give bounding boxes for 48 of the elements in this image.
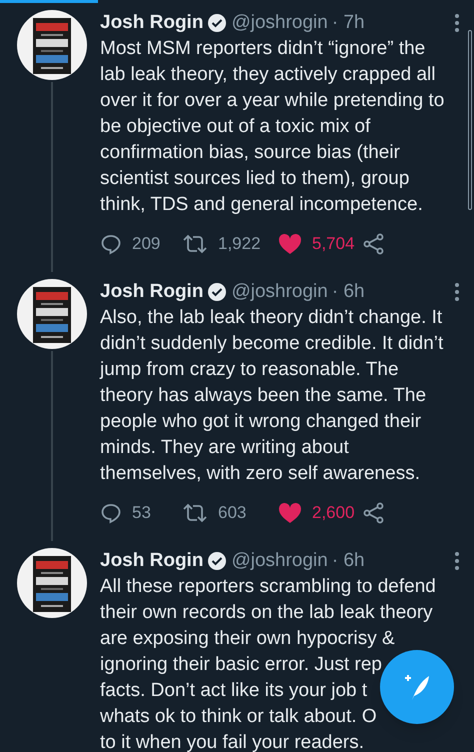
more-options-icon[interactable]	[454, 551, 460, 571]
more-options-icon[interactable]	[454, 282, 460, 302]
tweet-text: themselves, with zero self awareness.	[100, 462, 420, 486]
tweet-text: facts. Don’t act like its your job t	[100, 679, 368, 703]
tweet-text: their own records on the lab leak theory	[100, 601, 433, 625]
tweet-text: are exposing their own hypocrisy &	[100, 627, 395, 651]
tweet-text: think, TDS and general incompetence.	[100, 193, 423, 217]
tweet-text: confirmation bias, source bias (their	[100, 141, 400, 165]
tweet-text: people who got it wrong changed their	[100, 410, 422, 434]
like-count: 2,600	[312, 502, 355, 524]
reply-count: 53	[132, 502, 151, 524]
tweet-text: didn’t suddenly become credible. It didn’t	[100, 332, 444, 356]
tweet-text: ignoring their basic error. Just rep	[100, 653, 382, 677]
author-handle[interactable]: @joshrogin	[231, 8, 328, 38]
tweet-text: lab leak theory, they actively crapped all	[100, 63, 436, 87]
author-name[interactable]: Josh Rogin	[100, 8, 204, 38]
retweet-icon[interactable]	[182, 233, 208, 255]
reply-icon[interactable]	[100, 233, 122, 255]
tweet-text: over it for over a year while pretending to	[100, 89, 444, 113]
tweet-text: minds. They are writing about	[100, 436, 349, 460]
reply-count: 209	[132, 233, 160, 256]
author-name[interactable]: Josh Rogin	[100, 546, 204, 576]
heart-icon[interactable]	[278, 502, 302, 524]
retweet-count: 1,922	[218, 233, 261, 256]
tweet-time: · 7h	[332, 10, 365, 35]
author-name[interactable]: Josh Rogin	[100, 278, 204, 306]
tweet-text: to it when you fail your readers.	[100, 731, 364, 752]
more-options-icon[interactable]	[454, 13, 460, 33]
like-count: 5,704	[312, 233, 355, 256]
author-handle[interactable]: @joshrogin	[231, 278, 328, 306]
retweet-count: 603	[218, 502, 246, 524]
reply-icon[interactable]	[100, 502, 122, 524]
tweet-text: Most MSM reporters didn’t “ignore” the	[100, 37, 426, 61]
tweet-text: Also, the lab leak theory didn’t change. It	[100, 306, 442, 330]
tweet-text: All these reporters scrambling to defend	[100, 575, 436, 599]
tweet-time: · 6h	[332, 548, 365, 573]
tweet-text: be objective out of a toxic mix of	[100, 115, 370, 139]
heart-icon[interactable]	[278, 233, 302, 255]
tweet-text: theory has always been the same. The	[100, 384, 426, 408]
tweet-text: whats ok to think or talk about. O	[100, 705, 377, 729]
share-icon[interactable]	[362, 233, 385, 255]
scrollbar[interactable]	[468, 30, 472, 210]
retweet-icon[interactable]	[182, 502, 208, 524]
tweet-text: jump from crazy to reasonable. The	[100, 358, 399, 382]
tweet-time: · 6h	[332, 280, 365, 304]
tweet-text: scientist sources lied to them), group	[100, 167, 410, 191]
share-icon[interactable]	[362, 502, 385, 524]
author-handle[interactable]: @joshrogin	[231, 546, 328, 576]
